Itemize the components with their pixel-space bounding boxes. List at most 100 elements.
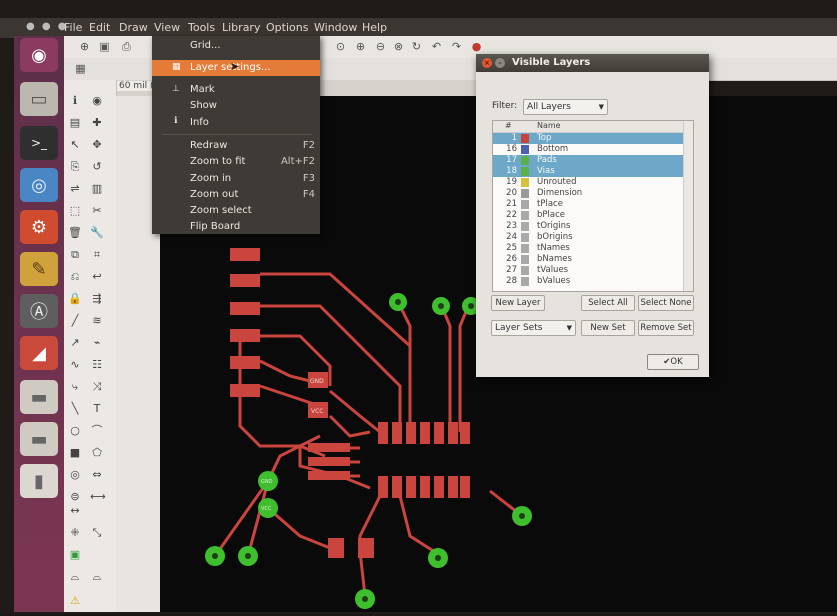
delete-icon[interactable]: 🗑 — [68, 226, 82, 240]
filter-select[interactable]: All Layers ▼ — [523, 99, 608, 115]
menu-item-flip-board[interactable]: Flip Board — [190, 221, 240, 232]
optimize-icon[interactable]: ∿ — [68, 358, 82, 372]
drive-icon[interactable]: ▬ — [20, 422, 58, 456]
dimension-icon[interactable]: ↔ — [68, 504, 82, 518]
menu-item-mark[interactable]: Mark — [190, 84, 215, 95]
terminal-icon[interactable]: >_ — [20, 126, 58, 160]
layer-row[interactable]: 21 tPlace — [493, 199, 683, 210]
warning-icon[interactable]: ⚠ — [68, 594, 82, 608]
new-layer-button[interactable]: New Layer — [491, 295, 545, 311]
menu-tools[interactable]: Tools — [188, 21, 215, 34]
attribute-icon[interactable]: ⟷ — [90, 490, 106, 504]
layer-row[interactable]: 28 bValues — [493, 276, 683, 287]
layer-sets-select[interactable]: Layer Sets ▼ — [491, 320, 576, 336]
remove-set-button[interactable]: Remove Set — [638, 320, 694, 336]
arc-icon[interactable]: ⌒ — [90, 424, 104, 438]
menu-edit[interactable]: Edit — [89, 21, 110, 34]
cut-icon[interactable]: ✂ — [90, 204, 104, 218]
app-icon[interactable]: ◢ — [20, 336, 58, 370]
layer-row[interactable]: 24 bOrigins — [493, 232, 683, 243]
menu-options[interactable]: Options — [266, 21, 308, 34]
menu-item-zoom-in[interactable]: Zoom in — [190, 173, 231, 184]
move-arrows-icon[interactable]: ✥ — [90, 138, 104, 152]
minimize-icon[interactable]: – — [495, 58, 505, 68]
circle-icon[interactable]: ○ — [68, 424, 82, 438]
save-icon[interactable]: ▣ — [98, 40, 111, 53]
software-center-icon[interactable]: Ⓐ — [20, 294, 58, 328]
menu-file[interactable]: File — [64, 21, 82, 34]
dialog-titlebar[interactable]: × – Visible Layers — [476, 54, 709, 72]
info-icon[interactable]: ℹ — [68, 94, 82, 108]
layer-row[interactable]: 1 Top — [493, 133, 683, 144]
drive-icon[interactable]: ▬ — [20, 380, 58, 414]
menu-item-zoom-to-fit[interactable]: Zoom to fit — [190, 156, 245, 167]
menu-view[interactable]: View — [154, 21, 180, 34]
menu-window[interactable]: Window — [314, 21, 357, 34]
wrench-icon[interactable]: 🔧 — [90, 226, 104, 240]
redo-icon[interactable]: ↷ — [450, 40, 463, 53]
gimp-icon[interactable]: ✎ — [20, 252, 58, 286]
zoom-out-icon[interactable]: ⊖ — [374, 40, 387, 53]
layer-list-scrollbar[interactable] — [683, 121, 693, 291]
layer-row[interactable]: 25 tNames — [493, 243, 683, 254]
close-icon[interactable]: × — [482, 58, 492, 68]
rect-icon[interactable]: ■ — [68, 446, 82, 460]
autoroute-icon[interactable]: ⤨ — [90, 380, 104, 394]
layer-row[interactable]: 20 Dimension — [493, 188, 683, 199]
drc-icon[interactable]: ▣ — [68, 548, 82, 562]
errors-icon[interactable]: ⌓ — [90, 570, 104, 584]
display-icon[interactable]: ▤ — [68, 116, 82, 130]
ripup-icon[interactable]: ⌁ — [90, 336, 104, 350]
window-controls[interactable]: ● ● ● — [26, 21, 69, 32]
layer-row[interactable]: 18 Vias — [493, 166, 683, 177]
erc-icon[interactable]: ⌓ — [68, 570, 82, 584]
polygon-icon[interactable]: ⬠ — [90, 446, 104, 460]
layer-row[interactable]: 27 tValues — [493, 265, 683, 276]
menu-item-grid[interactable]: Grid... — [190, 40, 221, 51]
lock-icon[interactable]: 🔒 — [68, 292, 82, 306]
group-icon[interactable]: ⬚ — [68, 204, 82, 218]
signal-icon[interactable]: ⇔ — [90, 468, 104, 482]
name-icon[interactable]: ⎌ — [68, 270, 82, 284]
menu-library[interactable]: Library — [222, 21, 260, 34]
wire-icon[interactable]: ⤷ — [68, 380, 82, 394]
new-set-button[interactable]: New Set — [581, 320, 635, 336]
select-none-button[interactable]: Select None — [638, 295, 694, 311]
layer-row[interactable]: 16 Bottom — [493, 144, 683, 155]
show-icon[interactable]: ◉ — [90, 94, 104, 108]
zoom-in-icon[interactable]: ⊕ — [78, 40, 91, 53]
paste-icon[interactable]: ▥ — [90, 182, 104, 196]
usb-drive-icon[interactable]: ▮ — [20, 464, 58, 498]
layer-row[interactable]: 26 bNames — [493, 254, 683, 265]
route-icon[interactable]: ↗ — [68, 336, 82, 350]
ubuntu-logo-icon[interactable]: ◉ — [20, 38, 58, 72]
zoom-select-icon[interactable]: ⊗ — [392, 40, 405, 53]
select-all-button[interactable]: Select All — [581, 295, 635, 311]
zoom-in-icon[interactable]: ⊕ — [354, 40, 367, 53]
move-icon[interactable]: ↖ — [68, 138, 82, 152]
mirror-icon[interactable]: ⇌ — [68, 182, 82, 196]
layer-row[interactable]: 17 Pads — [493, 155, 683, 166]
browser-icon[interactable]: ◎ — [20, 168, 58, 202]
layer-row[interactable]: 23 tOrigins — [493, 221, 683, 232]
layer-row[interactable]: 19 Unrouted — [493, 177, 683, 188]
settings-gear-icon[interactable]: ⚙ — [20, 210, 58, 244]
crop-icon[interactable]: ⌗ — [90, 248, 104, 262]
menu-help[interactable]: Help — [362, 21, 387, 34]
mark-icon[interactable]: ✚ — [90, 116, 104, 130]
copy-icon[interactable]: ⎘ — [68, 160, 82, 174]
auto-icon[interactable]: ⤡ — [90, 526, 104, 540]
menu-item-zoom-select[interactable]: Zoom select — [190, 205, 252, 216]
split-icon[interactable]: ╱ — [68, 314, 82, 328]
ratsnest-dots-icon[interactable]: ⁜ — [68, 526, 82, 540]
smash-icon[interactable]: ⇶ — [90, 292, 104, 306]
undo-icon[interactable]: ↶ — [430, 40, 443, 53]
line-icon[interactable]: ╲ — [68, 402, 82, 416]
menu-item-info[interactable]: Info — [190, 117, 209, 128]
toolbar-field[interactable] — [548, 40, 561, 53]
grid-icon[interactable]: ▦ — [74, 62, 87, 75]
text-icon[interactable]: T — [90, 402, 104, 416]
rotate-icon[interactable]: ↺ — [90, 160, 104, 174]
replace-icon[interactable]: ⧉ — [68, 248, 82, 262]
ok-button[interactable]: ✔OK — [647, 354, 699, 370]
